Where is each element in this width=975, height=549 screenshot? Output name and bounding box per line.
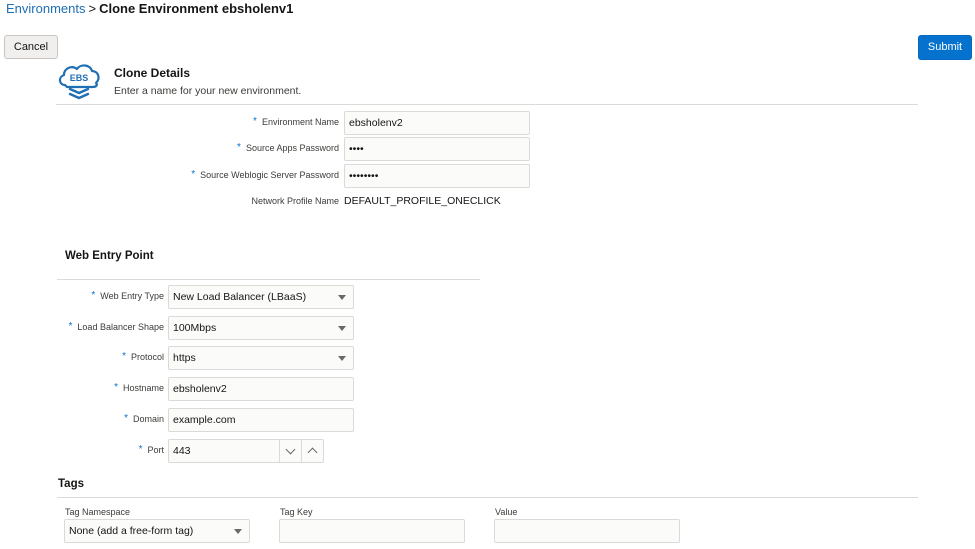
apps-password-input[interactable]: ••••	[344, 137, 530, 161]
select-arrow-icon	[338, 326, 346, 331]
hostname-input[interactable]: ebsholenv2	[168, 377, 354, 401]
domain-label: * Domain	[124, 413, 164, 424]
tag-namespace-select[interactable]: None (add a free-form tag)	[64, 519, 250, 543]
lb-shape-select[interactable]: 100Mbps	[168, 316, 354, 340]
env-name-label: * Environment Name	[253, 116, 339, 127]
select-arrow-icon	[234, 529, 242, 534]
required-marker: *	[138, 444, 143, 455]
required-marker: *	[237, 142, 241, 153]
network-profile-label: Network Profile Name	[251, 196, 339, 206]
tag-namespace-label: Tag Namespace	[65, 507, 131, 517]
weblogic-password-label: * Source Weblogic Server Password	[191, 169, 339, 180]
required-marker: *	[68, 321, 73, 332]
tag-value-label: Value	[495, 507, 518, 517]
network-profile-value: DEFAULT_PROFILE_ONECLICK	[344, 195, 501, 207]
port-value: 443	[173, 445, 191, 457]
tag-namespace-value: None (add a free-form tag)	[69, 525, 194, 537]
clone-details-subtitle: Enter a name for your new environment.	[114, 85, 302, 97]
required-marker: *	[122, 351, 126, 362]
divider	[56, 104, 918, 105]
web-entry-section-title: Web Entry Point	[65, 250, 154, 262]
apps-password-label: * Source Apps Password	[237, 142, 339, 153]
breadcrumb-environments-link[interactable]: Environments	[6, 1, 85, 16]
required-marker: *	[124, 413, 128, 424]
tag-key-label: Tag Key	[280, 507, 313, 517]
required-marker: *	[253, 116, 257, 127]
lb-shape-value: 100Mbps	[173, 322, 217, 334]
required-marker: *	[191, 169, 196, 180]
hostname-label: * Hostname	[114, 382, 164, 393]
protocol-value: https	[173, 352, 196, 364]
page-title: Clone Environment ebsholenv1	[99, 1, 294, 16]
weblogic-password-input[interactable]: ••••••••	[344, 164, 530, 188]
protocol-select[interactable]: https	[168, 346, 354, 370]
port-label: * Port	[138, 444, 164, 455]
select-arrow-icon	[338, 356, 346, 361]
chevron-down-icon	[285, 444, 296, 455]
cancel-button[interactable]: Cancel	[4, 35, 58, 59]
clone-details-title: Clone Details	[114, 66, 191, 80]
env-name-input[interactable]: ebsholenv2	[344, 111, 530, 135]
web-entry-type-label: * Web Entry Type	[91, 290, 164, 301]
chevron-up-icon	[307, 447, 318, 458]
ebs-logo-text: EBS	[70, 73, 89, 83]
tag-value-input[interactable]	[494, 519, 680, 543]
port-decrement-button[interactable]	[279, 440, 301, 462]
web-entry-type-select[interactable]: New Load Balancer (LBaaS)	[168, 285, 354, 309]
ebs-cloud-logo: EBS	[56, 63, 102, 103]
tag-key-input[interactable]	[279, 519, 465, 543]
tags-section-title: Tags	[58, 478, 84, 490]
required-marker: *	[114, 382, 118, 393]
protocol-label: * Protocol	[122, 351, 164, 362]
divider	[57, 279, 480, 280]
breadcrumb: Environments > Clone Environment ebsholenv…	[6, 1, 293, 17]
breadcrumb-separator: >	[88, 1, 97, 16]
divider	[57, 497, 918, 498]
lb-shape-label: * Load Balancer Shape	[68, 321, 164, 332]
select-arrow-icon	[338, 295, 346, 300]
submit-button[interactable]: Submit	[918, 35, 972, 60]
required-marker: *	[91, 290, 96, 301]
web-entry-type-value: New Load Balancer (LBaaS)	[173, 291, 307, 303]
port-increment-button[interactable]	[301, 440, 323, 462]
port-stepper[interactable]: 443	[168, 439, 324, 463]
domain-input[interactable]: example.com	[168, 408, 354, 432]
